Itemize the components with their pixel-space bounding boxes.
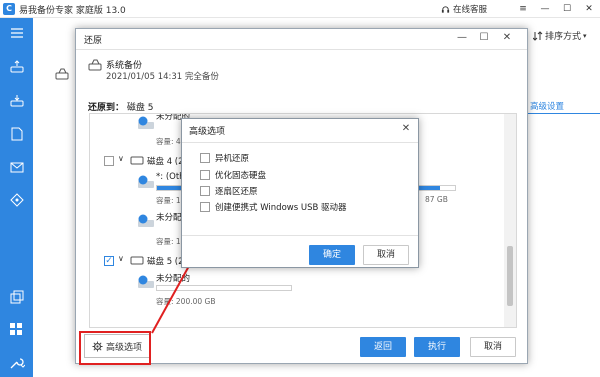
popup-title: 高级选项 [189, 127, 226, 137]
option-label: 创建便携式 Windows USB 驱动器 [215, 203, 347, 213]
option-checkbox[interactable] [200, 153, 210, 163]
popup-cancel-button[interactable]: 取消 [363, 245, 409, 265]
option-label: 逐扇区还原 [215, 187, 258, 197]
option-optimize-ssd[interactable]: 优化固态硬盘 [200, 169, 266, 181]
popup-footer-separator [182, 235, 418, 236]
popup-title-separator [182, 142, 418, 143]
option-label: 异机还原 [215, 154, 250, 164]
option-portable-usb[interactable]: 创建便携式 Windows USB 驱动器 [200, 201, 347, 213]
advanced-options-popup: 高级选项 ✕ 异机还原 优化固态硬盘 逐扇区还原 创建便携式 Windows U… [181, 118, 419, 268]
option-sector-restore[interactable]: 逐扇区还原 [200, 185, 258, 197]
popup-close-button[interactable]: ✕ [398, 122, 414, 136]
option-checkbox[interactable] [200, 202, 210, 212]
option-checkbox[interactable] [200, 186, 210, 196]
popup-ok-button[interactable]: 确定 [309, 245, 355, 265]
option-dissimilar-restore[interactable]: 异机还原 [200, 152, 249, 164]
option-label: 优化固态硬盘 [215, 171, 267, 181]
option-checkbox[interactable] [200, 170, 210, 180]
